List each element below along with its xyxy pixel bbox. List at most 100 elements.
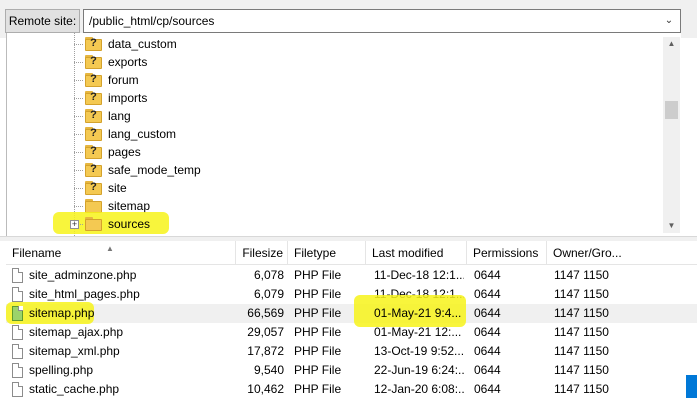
file-icon	[12, 325, 23, 340]
file-last-modified: 12-Jan-20 6:08:...	[374, 382, 464, 396]
expand-icon[interactable]: +	[70, 220, 79, 229]
folder-unknown-icon: ?	[85, 55, 103, 69]
tree-branch-line	[74, 134, 83, 135]
file-permissions: 0644	[474, 344, 501, 358]
file-last-modified: 22-Jun-19 6:24:...	[374, 363, 464, 377]
file-icon	[12, 344, 23, 359]
scroll-down-icon[interactable]: ▼	[663, 219, 680, 233]
tree-folder-name: lang_custom	[108, 127, 177, 141]
tree-folder-name: safe_mode_temp	[108, 163, 201, 177]
file-last-modified: 11-Dec-18 12:1...	[374, 268, 464, 282]
file-size: 10,462	[247, 382, 284, 396]
scroll-up-icon[interactable]: ▲	[663, 37, 680, 51]
column-header-owner-group[interactable]: Owner/Gro...	[547, 241, 697, 265]
column-header-filetype[interactable]: Filetype	[288, 241, 366, 265]
tree-branch-line	[74, 98, 83, 99]
tree-branch-line	[74, 80, 83, 81]
file-owner-group: 1147 1150	[554, 363, 609, 377]
file-row[interactable]: spelling.php 9,540 PHP File 22-Jun-19 6:24:…	[6, 361, 697, 380]
folder-unknown-icon: ?	[85, 37, 103, 51]
file-row[interactable]: sitemap_xml.php 17,872 PHP File 13-Oct-19 9…	[6, 342, 697, 361]
file-row[interactable]: sitemap.php 66,569 PHP File 01-May-21 9:4..…	[6, 295, 697, 327]
tree-folder-item[interactable]: ? imports	[7, 89, 667, 107]
tree-folder-item[interactable]: + sources	[7, 212, 667, 234]
tree-folder-item[interactable]: ? safe_mode_temp	[7, 161, 667, 179]
tree-branch-line	[74, 152, 83, 153]
tree-folder-item[interactable]: ? exports	[7, 53, 667, 71]
column-header-permissions[interactable]: Permissions	[467, 241, 547, 265]
tree-folder-name: lang	[108, 109, 131, 123]
tree-folder-item[interactable]: ? pages	[7, 143, 667, 161]
tree-branch-line	[74, 62, 83, 63]
sort-ascending-icon: ▲	[106, 244, 114, 253]
remote-site-path-text: /public_html/cp/sources	[89, 14, 215, 28]
folder-unknown-icon: ?	[85, 181, 103, 195]
file-permissions: 0644	[474, 363, 501, 377]
folder-unknown-icon: ?	[85, 73, 103, 87]
file-type: PHP File	[294, 268, 342, 282]
file-permissions: 0644	[474, 382, 501, 396]
file-last-modified: 01-May-21 12:...	[374, 325, 462, 339]
tree-vertical-scrollbar[interactable]: ▲ ▼	[663, 37, 680, 233]
tree-folder-item[interactable]: ? lang_custom	[7, 125, 667, 143]
scrollbar-thumb[interactable]	[665, 101, 678, 119]
file-size: 66,569	[247, 306, 284, 320]
tree-folder-item[interactable]: ? forum	[7, 71, 667, 89]
tree-folder-item[interactable]: ? lang	[7, 107, 667, 125]
file-name: static_cache.php	[29, 382, 120, 396]
remote-file-list: Filename ▲ Filesize Filetype Last modifi…	[6, 241, 697, 398]
file-owner-group: 1147 1150	[554, 325, 609, 339]
file-type: PHP File	[294, 363, 342, 377]
file-last-modified: 01-May-21 9:4...	[374, 306, 462, 320]
file-permissions: 0644	[474, 268, 501, 282]
file-last-modified: 13-Oct-19 9:52...	[374, 344, 464, 358]
column-header-last-modified[interactable]: Last modified	[366, 241, 467, 265]
file-permissions: 0644	[474, 306, 501, 320]
tree-folder-name: exports	[108, 55, 148, 69]
file-owner-group: 1147 1150	[554, 344, 609, 358]
file-name: sitemap_ajax.php	[29, 325, 124, 339]
file-size: 17,872	[247, 344, 284, 358]
file-owner-group: 1147 1150	[554, 306, 609, 320]
file-icon	[12, 287, 23, 302]
folder-icon	[85, 217, 103, 231]
file-owner-group: 1147 1150	[554, 382, 609, 396]
file-name: sitemap.php	[29, 306, 95, 320]
file-permissions: 0644	[474, 325, 501, 339]
file-owner-group: 1147 1150	[554, 268, 609, 282]
tree-folder-name: imports	[108, 91, 148, 105]
file-name: spelling.php	[29, 363, 94, 377]
tree-folder-item[interactable]: ? site	[7, 179, 667, 197]
remote-directory-tree: ? data_custom? exports? forum? imports? lang?…	[6, 33, 681, 236]
tree-folder-name: forum	[108, 73, 139, 87]
tree-branch-line	[74, 170, 83, 171]
column-header-filesize[interactable]: Filesize	[236, 241, 288, 265]
file-icon	[12, 382, 23, 397]
remote-site-path-input[interactable]: /public_html/cp/sources ⌄	[83, 9, 681, 33]
tree-folder-name: data_custom	[108, 37, 177, 51]
file-row[interactable]: site_html_pages.php 6,079 PHP File 11-Dec-1…	[6, 285, 697, 304]
file-type: PHP File	[294, 306, 342, 320]
file-row[interactable]: site_adminzone.php 6,078 PHP File 11-Dec-18…	[6, 266, 697, 285]
file-list-header: Filename ▲ Filesize Filetype Last modifi…	[6, 241, 697, 265]
file-permissions: 0644	[474, 287, 501, 301]
chevron-down-icon[interactable]: ⌄	[662, 10, 676, 32]
tree-branch-line	[74, 188, 83, 189]
file-row[interactable]: sitemap_ajax.php 29,057 PHP File 01-May-21 …	[6, 323, 697, 342]
window-edge-accent	[686, 375, 697, 398]
folder-icon	[85, 199, 103, 213]
folder-unknown-icon: ?	[85, 127, 103, 141]
tree-folder-item[interactable]: ? data_custom	[7, 35, 667, 53]
column-header-filename[interactable]: Filename ▲	[6, 241, 236, 265]
column-header-filename-label: Filename	[12, 246, 62, 260]
remote-site-label: Remote site:	[5, 9, 80, 33]
folder-unknown-icon: ?	[85, 91, 103, 105]
file-row[interactable]: static_cache.php 10,462 PHP File 12-Jan-20 …	[6, 380, 697, 398]
tree-branch-line	[74, 206, 83, 207]
folder-unknown-icon: ?	[85, 145, 103, 159]
file-size: 6,079	[253, 287, 284, 301]
tree-folder-name: sources	[108, 217, 151, 231]
file-type: PHP File	[294, 344, 342, 358]
tree-branch-line	[74, 44, 83, 45]
file-icon	[12, 268, 23, 283]
